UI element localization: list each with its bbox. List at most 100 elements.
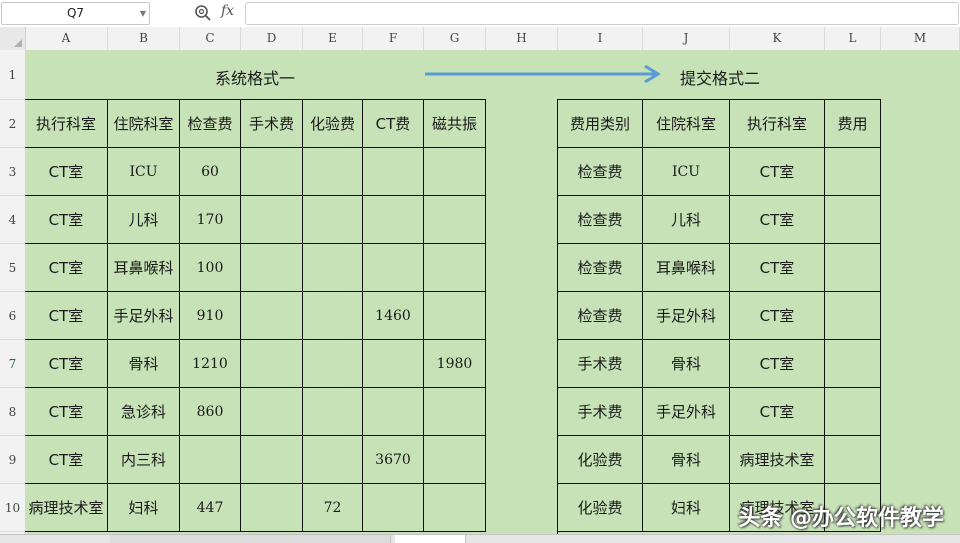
right-table-cell[interactable]: 手术费 <box>558 340 643 388</box>
right-table-cell[interactable]: 耳鼻喉科 <box>643 244 730 292</box>
left-table-header-cell[interactable]: 磁共振 <box>424 100 486 148</box>
right-table-cell[interactable]: 手术费 <box>558 388 643 436</box>
right-table-cell[interactable]: 化验费 <box>558 436 643 484</box>
right-table-header-cell[interactable]: 费用类别 <box>558 100 643 148</box>
left-table-cell[interactable] <box>424 388 486 436</box>
column-header-g[interactable]: G <box>424 27 486 50</box>
right-table-cell[interactable]: 检查费 <box>558 148 643 196</box>
left-table-cell[interactable]: CT室 <box>25 388 108 436</box>
left-table-cell[interactable] <box>424 436 486 484</box>
left-table-cell[interactable] <box>363 196 424 244</box>
column-header-h[interactable]: H <box>486 27 558 50</box>
left-table-cell[interactable] <box>303 340 363 388</box>
column-header-e[interactable]: E <box>303 27 363 50</box>
right-table-cell[interactable]: 妇科 <box>643 484 730 532</box>
left-table-cell[interactable]: 60 <box>180 148 241 196</box>
left-table-cell[interactable] <box>424 244 486 292</box>
right-table-cell[interactable]: 骨科 <box>643 436 730 484</box>
left-table-cell[interactable] <box>424 148 486 196</box>
left-table-cell[interactable]: 急诊科 <box>108 388 180 436</box>
row-header-2[interactable]: 2 <box>0 100 25 148</box>
left-table-cell[interactable] <box>424 196 486 244</box>
left-table-cell[interactable] <box>303 292 363 340</box>
right-table-cell[interactable] <box>825 388 881 436</box>
right-table-header-cell[interactable]: 费用 <box>825 100 881 148</box>
left-table-cell[interactable] <box>303 244 363 292</box>
left-table-cell[interactable]: CT室 <box>25 244 108 292</box>
right-table-cell[interactable]: ICU <box>643 148 730 196</box>
row-header-7[interactable]: 7 <box>0 340 25 388</box>
right-table-cell[interactable]: CT室 <box>730 388 825 436</box>
left-table-cell[interactable] <box>241 148 303 196</box>
right-table-cell[interactable] <box>825 292 881 340</box>
row-header-10[interactable]: 10 <box>0 484 25 532</box>
left-table-cell[interactable]: CT室 <box>25 148 108 196</box>
right-table-cell[interactable]: 病理技术室 <box>730 436 825 484</box>
right-table-cell[interactable]: 检查费 <box>558 292 643 340</box>
left-table-header-cell[interactable]: 执行科室 <box>25 100 108 148</box>
left-table-cell[interactable]: CT室 <box>25 436 108 484</box>
left-table-cell[interactable] <box>241 244 303 292</box>
left-table-cell[interactable]: 170 <box>180 196 241 244</box>
right-table-cell[interactable]: 手足外科 <box>643 388 730 436</box>
left-table-cell[interactable] <box>180 436 241 484</box>
right-table-cell[interactable]: 化验费 <box>558 484 643 532</box>
left-table-cell[interactable]: 1210 <box>180 340 241 388</box>
right-table-cell[interactable]: 检查费 <box>558 244 643 292</box>
right-table-cell[interactable]: 检查费 <box>558 196 643 244</box>
column-header-c[interactable]: C <box>180 27 241 50</box>
left-table-cell[interactable]: 耳鼻喉科 <box>108 244 180 292</box>
left-table-cell[interactable] <box>363 148 424 196</box>
right-table-cell[interactable] <box>825 148 881 196</box>
left-table-cell[interactable] <box>303 388 363 436</box>
left-table-header-cell[interactable]: 化验费 <box>303 100 363 148</box>
left-table-cell[interactable]: 1460 <box>363 292 424 340</box>
row-header-1[interactable]: 1 <box>0 50 25 100</box>
column-header-a[interactable]: A <box>25 27 108 50</box>
left-table-cell[interactable] <box>241 340 303 388</box>
left-table-header-cell[interactable]: 检查费 <box>180 100 241 148</box>
right-table-cell[interactable] <box>825 244 881 292</box>
column-header-l[interactable]: L <box>825 27 881 50</box>
left-table-cell[interactable]: 骨科 <box>108 340 180 388</box>
right-table-header-cell[interactable]: 住院科室 <box>643 100 730 148</box>
row-header-6[interactable]: 6 <box>0 292 25 340</box>
row-header-4[interactable]: 4 <box>0 196 25 244</box>
row-header-5[interactable]: 5 <box>0 244 25 292</box>
left-table-cell[interactable] <box>363 340 424 388</box>
chevron-down-icon[interactable]: ▼ <box>140 3 146 24</box>
left-table-cell[interactable] <box>363 484 424 532</box>
left-table-cell[interactable]: 内三科 <box>108 436 180 484</box>
left-table-cell[interactable] <box>303 196 363 244</box>
fx-icon[interactable]: fx <box>221 3 234 19</box>
column-header-m[interactable]: M <box>881 27 960 50</box>
left-table-cell[interactable] <box>363 388 424 436</box>
left-table-cell[interactable] <box>303 436 363 484</box>
column-header-j[interactable]: J <box>643 27 730 50</box>
left-table-cell[interactable]: 910 <box>180 292 241 340</box>
left-table-cell[interactable]: CT室 <box>25 196 108 244</box>
left-table-cell[interactable]: 妇科 <box>108 484 180 532</box>
column-header-d[interactable]: D <box>241 27 303 50</box>
left-table-cell[interactable] <box>241 292 303 340</box>
left-table-cell[interactable] <box>241 196 303 244</box>
left-table-cell[interactable]: 手足外科 <box>108 292 180 340</box>
row-header-8[interactable]: 8 <box>0 388 25 436</box>
right-table-cell[interactable] <box>825 340 881 388</box>
left-table-cell[interactable]: 病理技术室 <box>25 484 108 532</box>
left-table-header-cell[interactable]: 手术费 <box>241 100 303 148</box>
right-table-cell[interactable] <box>825 196 881 244</box>
left-table-cell[interactable] <box>241 484 303 532</box>
left-table-cell[interactable]: 860 <box>180 388 241 436</box>
left-table-cell[interactable] <box>363 244 424 292</box>
column-header-f[interactable]: F <box>363 27 424 50</box>
right-table-cell[interactable]: CT室 <box>730 292 825 340</box>
left-table-cell[interactable]: 447 <box>180 484 241 532</box>
left-table-header-cell[interactable]: 住院科室 <box>108 100 180 148</box>
left-table-cell[interactable]: 72 <box>303 484 363 532</box>
left-table-header-cell[interactable]: CT费 <box>363 100 424 148</box>
column-header-i[interactable]: I <box>558 27 643 50</box>
zoom-icon[interactable] <box>194 4 212 22</box>
right-table-cell[interactable]: 手足外科 <box>643 292 730 340</box>
name-box[interactable]: Q7 ▼ <box>1 2 150 25</box>
